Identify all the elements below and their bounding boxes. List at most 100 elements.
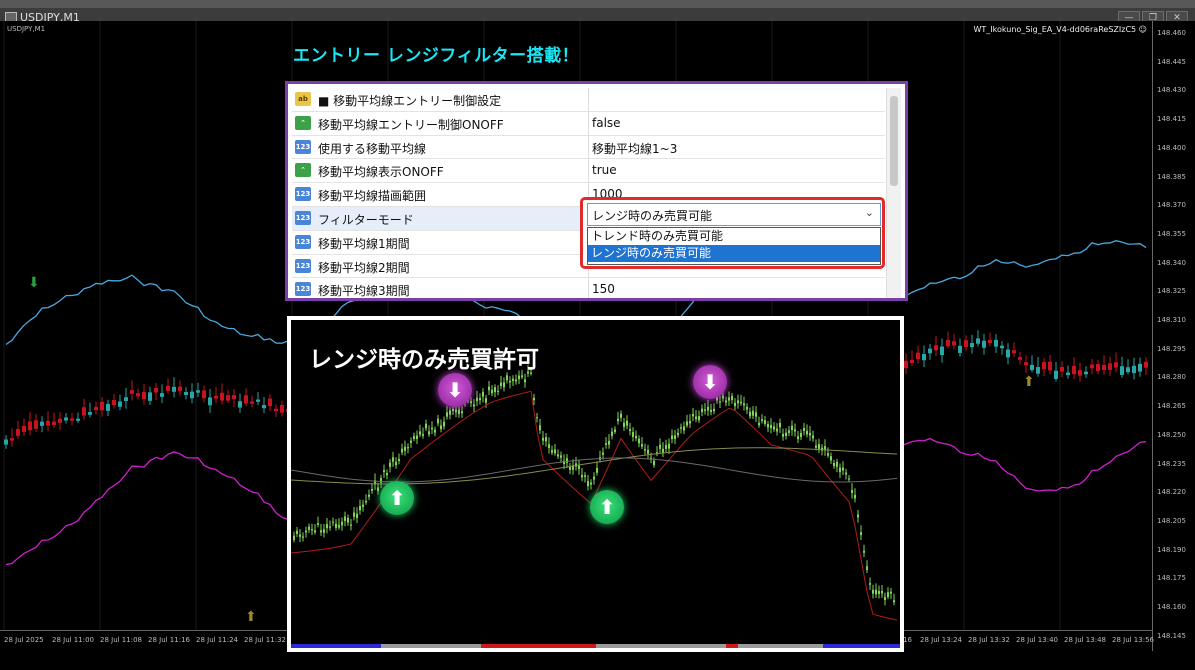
candle-body <box>976 338 980 344</box>
candle-body <box>641 444 643 447</box>
candle-body <box>836 461 838 467</box>
candle-body <box>1090 364 1094 369</box>
candle-body <box>605 443 607 445</box>
candle-body <box>76 418 80 421</box>
candle-body <box>1066 372 1070 376</box>
price-tick-label: 148.190 <box>1157 545 1186 554</box>
candle-body <box>437 418 439 424</box>
candle-body <box>665 445 667 449</box>
candle-body <box>704 409 706 411</box>
price-axis[interactable]: 148.460 148.445 148.430 148.415 148.400 148.3… <box>1152 21 1195 651</box>
candle-body <box>767 424 769 428</box>
property-name: 移動平均線エントリー制御ONOFF <box>318 117 504 132</box>
candle-body <box>440 425 442 430</box>
candle-body <box>695 416 697 420</box>
candle-body <box>148 392 152 401</box>
candle-body <box>904 360 908 369</box>
candle-body <box>545 437 547 442</box>
bool-param-icon: ⌃ <box>295 163 311 178</box>
candle-body <box>994 339 998 347</box>
up-arrow-icon: ⬆ <box>245 609 257 625</box>
candle-body <box>548 444 550 449</box>
price-tick-label: 148.385 <box>1157 172 1186 181</box>
candle-body <box>674 435 676 439</box>
property-row[interactable]: ⌃ 移動平均線表示ONOFF true <box>292 159 885 184</box>
candle-body <box>812 435 814 439</box>
candle-body <box>58 418 62 423</box>
sell-signal-icon: ⬇ <box>693 365 727 399</box>
candle-body <box>488 386 490 391</box>
candle-body <box>404 446 406 451</box>
property-row[interactable]: 123 使用する移動平均線 移動平均線1~3 <box>292 135 885 160</box>
filter-mode-option[interactable]: トレンド時のみ売買可能 <box>588 228 880 245</box>
candle-body <box>1054 370 1058 379</box>
candle-body <box>428 431 430 435</box>
candle-body <box>731 395 733 401</box>
candle-body <box>860 532 862 535</box>
chevron-down-icon[interactable]: ⌄ <box>865 206 874 219</box>
property-value[interactable]: 150 <box>592 282 615 296</box>
candle-body <box>398 459 400 461</box>
column-divider <box>588 278 589 298</box>
candle-body <box>395 461 397 466</box>
candle-body <box>308 526 310 530</box>
candle-body <box>455 409 457 413</box>
candle-body <box>1114 362 1118 368</box>
scroll-thumb[interactable] <box>890 96 898 186</box>
candle-body <box>701 408 703 413</box>
candle-body <box>64 417 68 421</box>
candle-body <box>536 417 538 419</box>
candle-body <box>274 408 278 412</box>
candle-body <box>302 536 304 538</box>
properties-scrollbar[interactable] <box>886 88 901 298</box>
candle-body <box>443 421 445 427</box>
text-param-icon: ab <box>295 92 311 106</box>
number-param-icon: 123 <box>295 210 311 225</box>
candle-body <box>476 397 478 402</box>
candle-body <box>809 432 811 436</box>
candle-body <box>335 523 337 528</box>
candle-body <box>220 392 224 401</box>
price-tick-label: 148.160 <box>1157 603 1186 611</box>
property-value[interactable]: false <box>592 116 621 130</box>
candle-body <box>863 550 865 553</box>
candle-body <box>866 566 868 570</box>
property-row[interactable]: ab ■ 移動平均線エントリー制御設定 <box>292 88 885 112</box>
candle-body <box>626 420 628 426</box>
property-row[interactable]: ⌃ 移動平均線エントリー制御ONOFF false <box>292 111 885 136</box>
candle-body <box>692 413 694 417</box>
property-value[interactable]: 移動平均線1~3 <box>592 140 677 157</box>
candle-body <box>1048 361 1052 371</box>
candle-body <box>788 430 790 433</box>
candle-body <box>124 397 128 402</box>
filter-mode-select[interactable]: レンジ時のみ売買可能 ⌄ <box>587 203 881 226</box>
candle-body <box>1018 356 1022 360</box>
candle-body <box>118 401 122 407</box>
candle-body <box>70 418 74 421</box>
candle-body <box>689 420 691 424</box>
candle-body <box>872 589 874 594</box>
candle-body <box>875 589 877 595</box>
candle-body <box>1072 365 1076 375</box>
candle-body <box>928 348 932 354</box>
candle-body <box>647 449 649 454</box>
candle-body <box>389 462 391 467</box>
candle-body <box>659 444 661 449</box>
filter-mode-dropdown[interactable]: レンジ時のみ売買可能 ⌄ トレンド時のみ売買可能 レンジ時のみ売買可能 <box>580 197 885 269</box>
candle-body <box>644 448 646 451</box>
candle-body <box>922 354 926 361</box>
filter-mode-option[interactable]: レンジ時のみ売買可能 <box>588 245 880 262</box>
price-tick-label: 148.415 <box>1157 115 1186 124</box>
buy-signal-icon: ⬆ <box>590 490 624 524</box>
candle-body <box>1126 367 1130 373</box>
candle-body <box>184 392 188 395</box>
candle-body <box>1102 364 1106 371</box>
property-value[interactable]: true <box>592 163 617 177</box>
property-row[interactable]: 123 移動平均線3期間 150 <box>292 278 885 298</box>
candle-body <box>839 467 841 473</box>
column-divider <box>588 159 589 183</box>
candle-body <box>172 386 176 392</box>
candle-body <box>1006 349 1010 358</box>
candle-body <box>386 472 388 476</box>
candle-body <box>494 387 496 393</box>
